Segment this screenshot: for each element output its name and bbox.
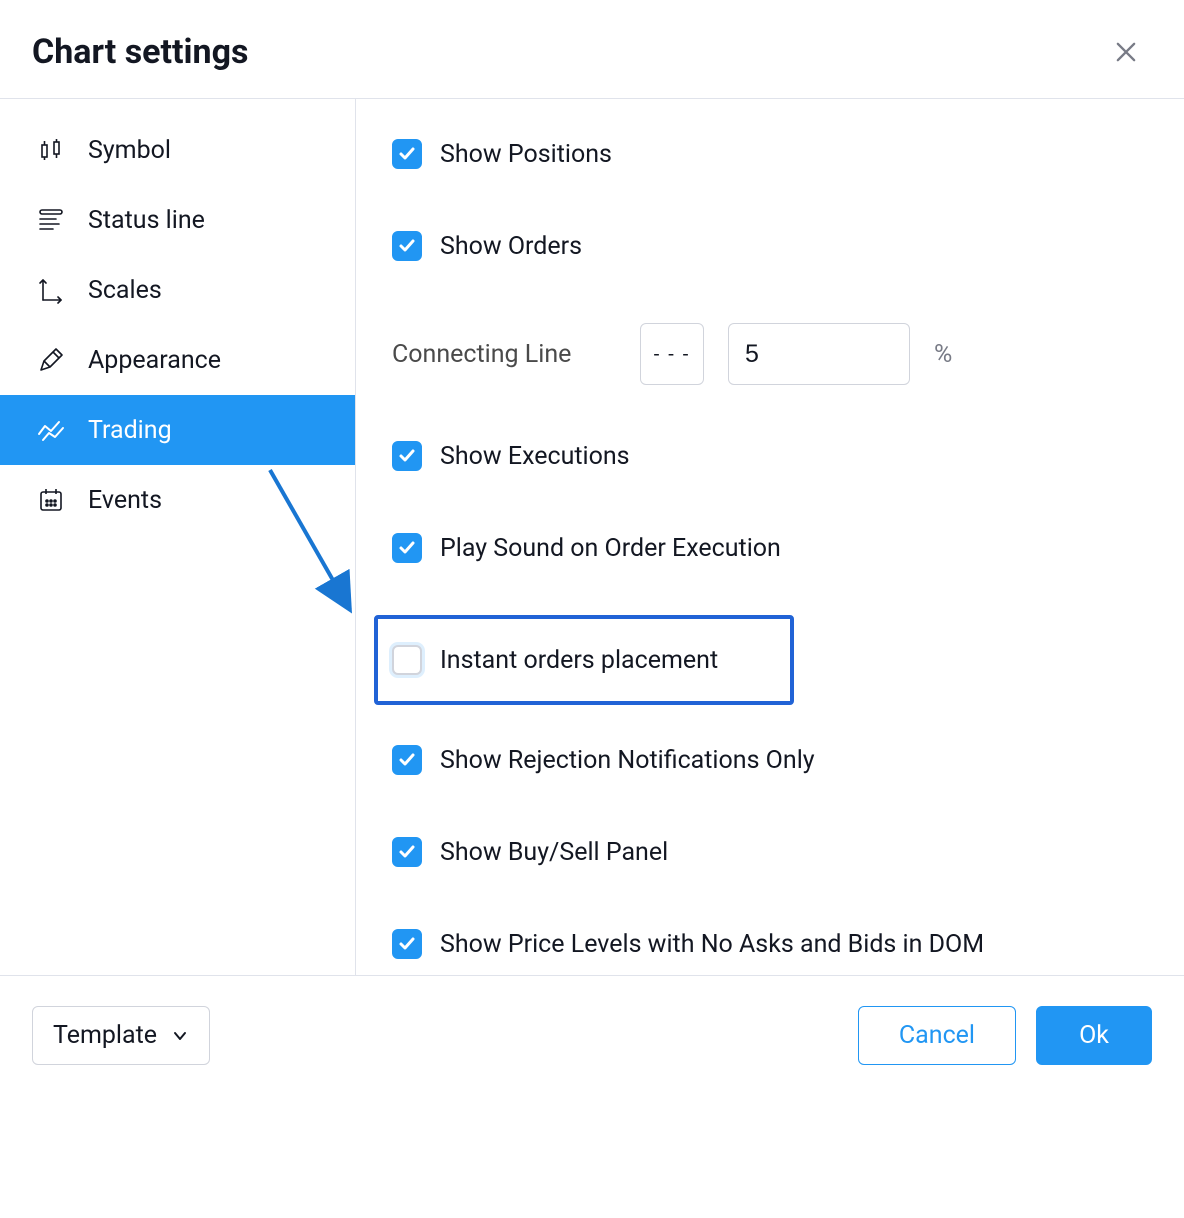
calendar-icon	[36, 485, 66, 515]
sidebar-item-label: Status line	[88, 206, 205, 235]
row-show-executions: Show Executions	[392, 441, 1148, 471]
label-play-sound: Play Sound on Order Execution	[440, 534, 781, 563]
sidebar-item-symbol[interactable]: Symbol	[0, 115, 355, 185]
label-show-rejection: Show Rejection Notifications Only	[440, 746, 815, 775]
label-show-executions: Show Executions	[440, 442, 630, 471]
candle-icon	[36, 135, 66, 165]
pencil-icon	[36, 345, 66, 375]
connecting-line-value-input[interactable]	[728, 323, 910, 385]
label-instant-orders: Instant orders placement	[440, 646, 718, 675]
row-show-positions: Show Positions	[392, 139, 1148, 169]
sidebar-item-label: Trading	[88, 416, 172, 445]
checkbox-show-executions[interactable]	[392, 441, 422, 471]
sidebar: Symbol Status line Scales Appearance Tra…	[0, 99, 356, 975]
checkbox-show-buy-sell[interactable]	[392, 837, 422, 867]
connecting-line-style-select[interactable]: - - -	[640, 323, 704, 385]
label-percent: %	[934, 340, 952, 369]
close-icon	[1112, 38, 1140, 66]
checkbox-instant-orders[interactable]	[392, 645, 422, 675]
template-label: Template	[53, 1021, 157, 1050]
label-connecting-line: Connecting Line	[392, 340, 616, 369]
sidebar-item-trading[interactable]: Trading	[0, 395, 355, 465]
close-button[interactable]	[1108, 34, 1144, 70]
dialog-footer: Template Cancel Ok	[0, 975, 1184, 1095]
template-button[interactable]: Template	[32, 1006, 210, 1065]
footer-actions: Cancel Ok	[858, 1006, 1152, 1065]
row-show-orders: Show Orders	[392, 231, 1148, 261]
trading-icon	[36, 415, 66, 445]
chevron-down-icon	[171, 1027, 189, 1045]
lines-icon	[36, 205, 66, 235]
dialog-title: Chart settings	[32, 32, 249, 72]
sidebar-item-label: Appearance	[88, 346, 221, 375]
dialog-header: Chart settings	[0, 0, 1184, 99]
label-show-buy-sell: Show Buy/Sell Panel	[440, 838, 668, 867]
label-show-orders: Show Orders	[440, 232, 582, 261]
checkbox-show-rejection[interactable]	[392, 745, 422, 775]
sidebar-item-appearance[interactable]: Appearance	[0, 325, 355, 395]
row-instant-orders-highlighted: Instant orders placement	[374, 615, 794, 705]
sidebar-item-label: Events	[88, 486, 162, 515]
row-connecting-line: Connecting Line - - - %	[392, 323, 1148, 385]
checkbox-show-price-levels[interactable]	[392, 929, 422, 959]
sidebar-item-label: Symbol	[88, 136, 171, 165]
label-show-price-levels: Show Price Levels with No Asks and Bids …	[440, 930, 984, 959]
sidebar-item-events[interactable]: Events	[0, 465, 355, 535]
cancel-button[interactable]: Cancel	[858, 1006, 1016, 1065]
row-show-buy-sell: Show Buy/Sell Panel	[392, 837, 1148, 867]
dialog-body: Symbol Status line Scales Appearance Tra…	[0, 99, 1184, 975]
settings-content: Show Positions Show Orders Connecting Li…	[356, 99, 1184, 975]
ok-button[interactable]: Ok	[1036, 1006, 1152, 1065]
sidebar-item-label: Scales	[88, 276, 162, 305]
sidebar-item-status-line[interactable]: Status line	[0, 185, 355, 255]
sidebar-item-scales[interactable]: Scales	[0, 255, 355, 325]
label-show-positions: Show Positions	[440, 140, 612, 169]
checkbox-show-orders[interactable]	[392, 231, 422, 261]
checkbox-show-positions[interactable]	[392, 139, 422, 169]
row-show-price-levels: Show Price Levels with No Asks and Bids …	[392, 929, 1148, 959]
axes-icon	[36, 275, 66, 305]
row-play-sound: Play Sound on Order Execution	[392, 533, 1148, 563]
checkbox-play-sound[interactable]	[392, 533, 422, 563]
row-show-rejection: Show Rejection Notifications Only	[392, 745, 1148, 775]
